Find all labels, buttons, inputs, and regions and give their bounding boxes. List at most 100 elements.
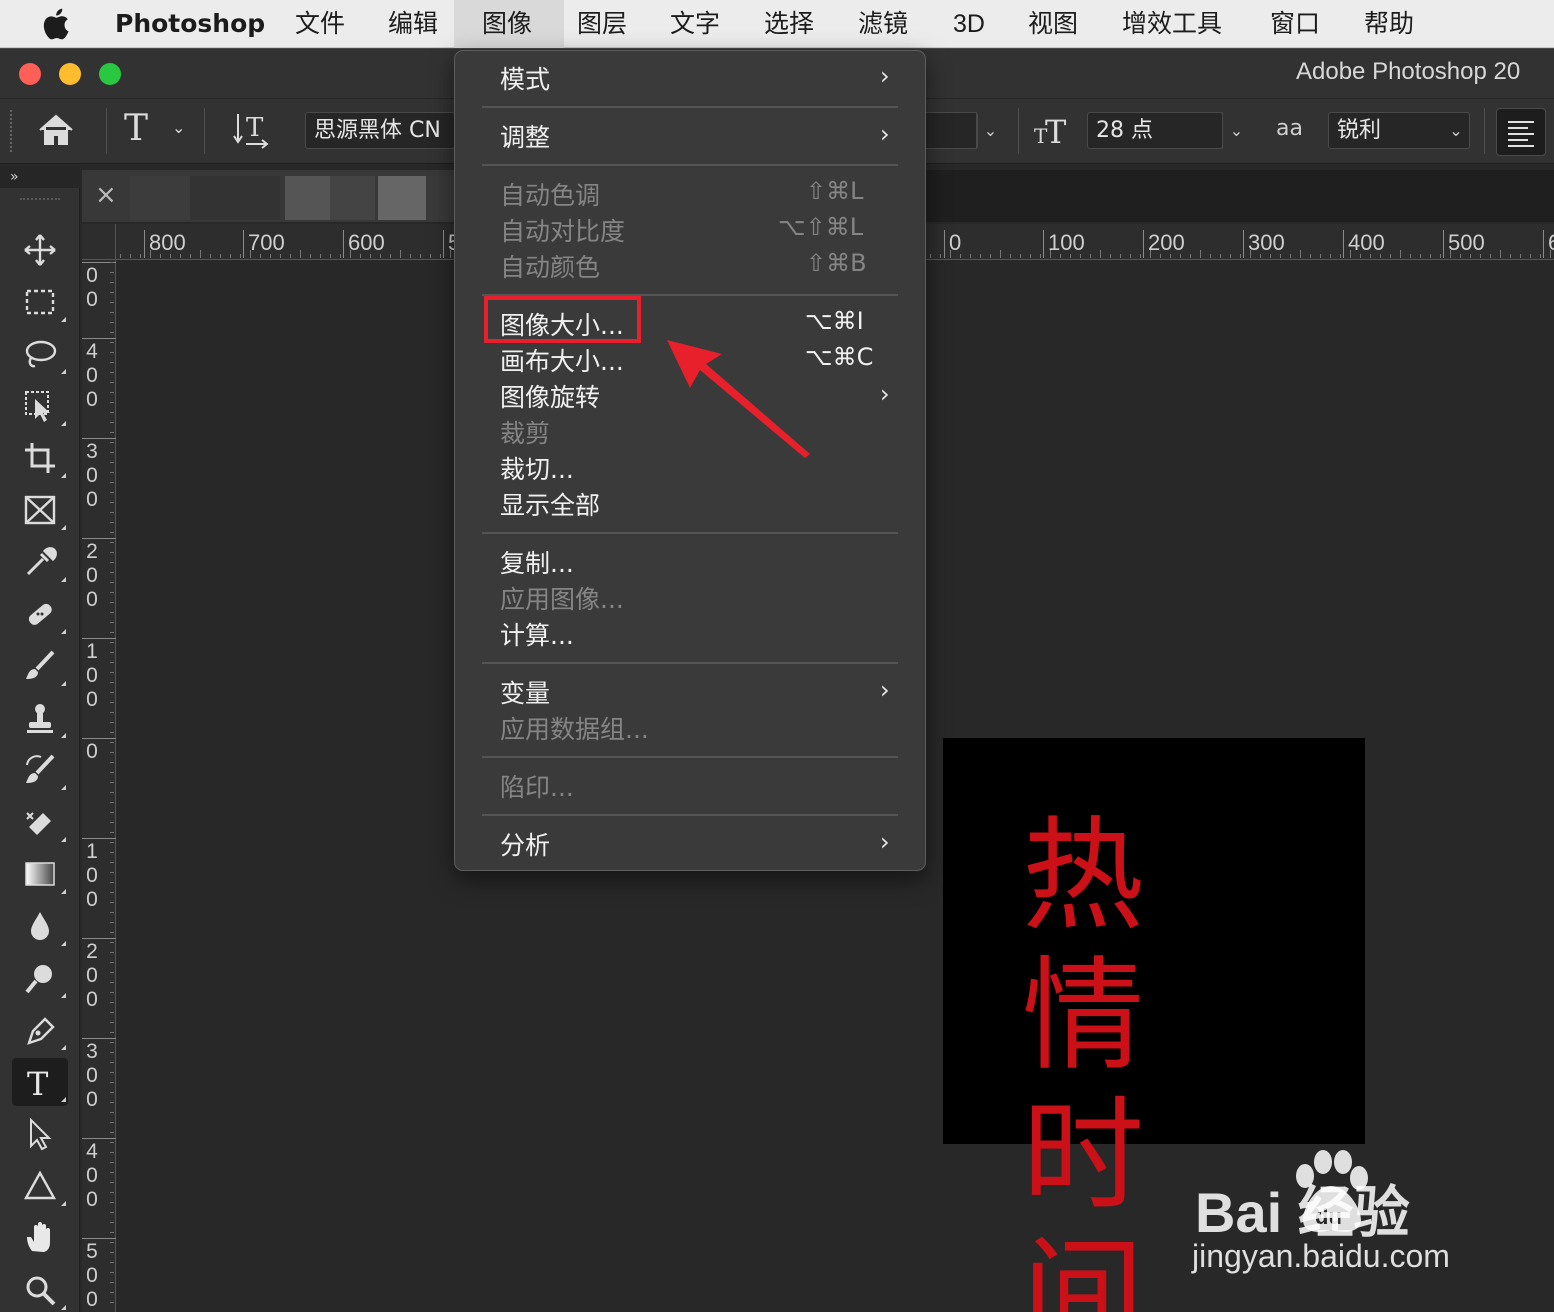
type-tool[interactable]: T bbox=[12, 1058, 68, 1106]
ruler-minor-tick bbox=[250, 250, 251, 258]
lasso-icon bbox=[25, 340, 57, 368]
menu-item-adjustments[interactable]: 调整 bbox=[500, 118, 550, 154]
options-separator bbox=[1018, 108, 1019, 154]
ruler-minor-tick bbox=[1320, 254, 1321, 258]
close-tab-icon[interactable]: × bbox=[95, 180, 117, 210]
ruler-tick-digit: 0 bbox=[86, 988, 98, 1011]
ruler-minor-tick bbox=[110, 412, 114, 413]
ruler-minor-tick bbox=[1340, 254, 1341, 258]
tool-group-indicator bbox=[61, 369, 66, 374]
ruler-minor-tick bbox=[110, 722, 114, 723]
chevron-down-icon[interactable]: ⌄ bbox=[976, 112, 1004, 149]
menu-item-calculations[interactable]: 计算... bbox=[500, 616, 574, 652]
menu-item-reveal-all[interactable]: 显示全部 bbox=[500, 486, 600, 522]
tools-panel-grip[interactable] bbox=[20, 198, 60, 204]
ruler-minor-tick bbox=[1440, 254, 1441, 258]
ruler-minor-tick bbox=[1210, 254, 1211, 258]
marquee-tool[interactable] bbox=[12, 278, 68, 326]
menu-item-duplicate[interactable]: 复制... bbox=[500, 544, 574, 580]
stamp-tool[interactable] bbox=[12, 694, 68, 742]
font-family-select[interactable]: 思源黑体 CN bbox=[305, 112, 455, 149]
shape-tool[interactable] bbox=[12, 1162, 68, 1210]
healing-tool[interactable] bbox=[12, 590, 68, 638]
menubar-edit[interactable]: 编辑 bbox=[388, 0, 438, 48]
window-close-button[interactable] bbox=[19, 63, 41, 85]
dodge-tool[interactable] bbox=[12, 954, 68, 1002]
ruler-minor-tick bbox=[1230, 254, 1231, 258]
align-left-button[interactable] bbox=[1496, 108, 1546, 156]
hand-tool[interactable] bbox=[12, 1214, 68, 1262]
history-brush-tool[interactable] bbox=[12, 746, 68, 794]
ruler-minor-tick bbox=[110, 512, 114, 513]
menubar-image[interactable]: 图像 bbox=[482, 0, 532, 48]
ruler-minor-tick bbox=[110, 1002, 114, 1003]
path-select-tool[interactable] bbox=[12, 1110, 68, 1158]
eyedropper-tool[interactable] bbox=[12, 538, 68, 586]
menubar-3d[interactable]: 3D bbox=[953, 0, 985, 48]
zoom-tool[interactable] bbox=[12, 1266, 68, 1312]
move-tool[interactable] bbox=[12, 226, 68, 274]
ruler-minor-tick bbox=[110, 1112, 114, 1113]
ruler-minor-tick bbox=[110, 832, 114, 833]
annotation-arrow-shape bbox=[667, 340, 810, 458]
crop-tool[interactable] bbox=[12, 434, 68, 482]
blur-tool[interactable] bbox=[12, 902, 68, 950]
ruler-minor-tick bbox=[1540, 254, 1541, 258]
home-icon[interactable] bbox=[36, 112, 76, 152]
menu-item-trap: 陷印... bbox=[500, 773, 574, 802]
menubar-view[interactable]: 视图 bbox=[1028, 0, 1078, 48]
menubar-app-name[interactable]: Photoshop bbox=[115, 0, 265, 48]
menubar-window[interactable]: 窗口 bbox=[1270, 0, 1320, 48]
tool-group-indicator bbox=[61, 681, 66, 686]
annotation-arrow bbox=[667, 340, 810, 458]
menubar-plugins[interactable]: 增效工具 bbox=[1122, 0, 1222, 48]
menu-item-trim[interactable]: 裁切... bbox=[500, 450, 574, 486]
menu-item-variables[interactable]: 变量 bbox=[500, 674, 550, 710]
menu-separator bbox=[482, 662, 898, 664]
window-maximize-button[interactable] bbox=[99, 63, 121, 85]
pen-tool[interactable] bbox=[12, 1006, 68, 1054]
frame-tool[interactable] bbox=[12, 486, 68, 534]
font-size-input[interactable]: 28 点 bbox=[1087, 112, 1223, 149]
tab-title-blurred bbox=[426, 176, 456, 220]
toggle-text-orientation-icon[interactable]: T bbox=[232, 110, 272, 154]
menu-item-image-rotation[interactable]: 图像旋转 bbox=[500, 378, 600, 414]
ruler-minor-tick bbox=[110, 502, 114, 503]
lasso-tool[interactable] bbox=[12, 330, 68, 378]
font-style-select[interactable] bbox=[926, 112, 978, 149]
gradient-tool[interactable] bbox=[12, 850, 68, 898]
chevron-down-icon[interactable]: ⌄ bbox=[1442, 112, 1470, 149]
menu-item-analysis[interactable]: 分析 bbox=[500, 826, 550, 862]
menubar-help[interactable]: 帮助 bbox=[1364, 0, 1414, 48]
ruler-origin[interactable] bbox=[82, 224, 116, 260]
align-left-icon bbox=[1508, 121, 1534, 147]
options-bar-grip[interactable] bbox=[10, 110, 14, 152]
ruler-tick-digit: 3 bbox=[86, 440, 98, 463]
tools-panel-expand-icon[interactable]: » bbox=[0, 166, 80, 188]
brush-tool[interactable] bbox=[12, 642, 68, 690]
menubar-filter[interactable]: 滤镜 bbox=[858, 0, 908, 48]
ruler-minor-tick bbox=[110, 802, 114, 803]
ruler-minor-tick bbox=[310, 254, 311, 258]
ruler-tick-digit: 1 bbox=[86, 840, 98, 863]
ruler-minor-tick bbox=[110, 872, 114, 873]
apple-icon[interactable] bbox=[40, 0, 74, 48]
chevron-down-icon[interactable]: ⌄ bbox=[172, 118, 185, 137]
ruler-minor-tick bbox=[1480, 254, 1481, 258]
eyedropper-icon bbox=[26, 547, 57, 576]
menubar-type[interactable]: 文字 bbox=[670, 0, 720, 48]
window-minimize-button[interactable] bbox=[59, 63, 81, 85]
eraser-tool[interactable] bbox=[12, 798, 68, 846]
ruler-minor-tick bbox=[110, 1062, 114, 1063]
object-select-tool[interactable] bbox=[12, 382, 68, 430]
menubar-layer[interactable]: 图层 bbox=[577, 0, 627, 48]
hand-icon bbox=[27, 1222, 50, 1252]
ruler-tick-digit: 0 bbox=[86, 364, 98, 387]
menubar-select[interactable]: 选择 bbox=[764, 0, 814, 48]
menu-item-canvas-size[interactable]: 画布大小... bbox=[500, 342, 624, 378]
menu-item-mode[interactable]: 模式 bbox=[500, 60, 550, 96]
type-tool-preset-icon[interactable]: T bbox=[124, 108, 148, 149]
chevron-down-icon[interactable]: ⌄ bbox=[1222, 112, 1250, 149]
menubar-file[interactable]: 文件 bbox=[295, 0, 345, 48]
ruler-minor-tick bbox=[110, 862, 114, 863]
